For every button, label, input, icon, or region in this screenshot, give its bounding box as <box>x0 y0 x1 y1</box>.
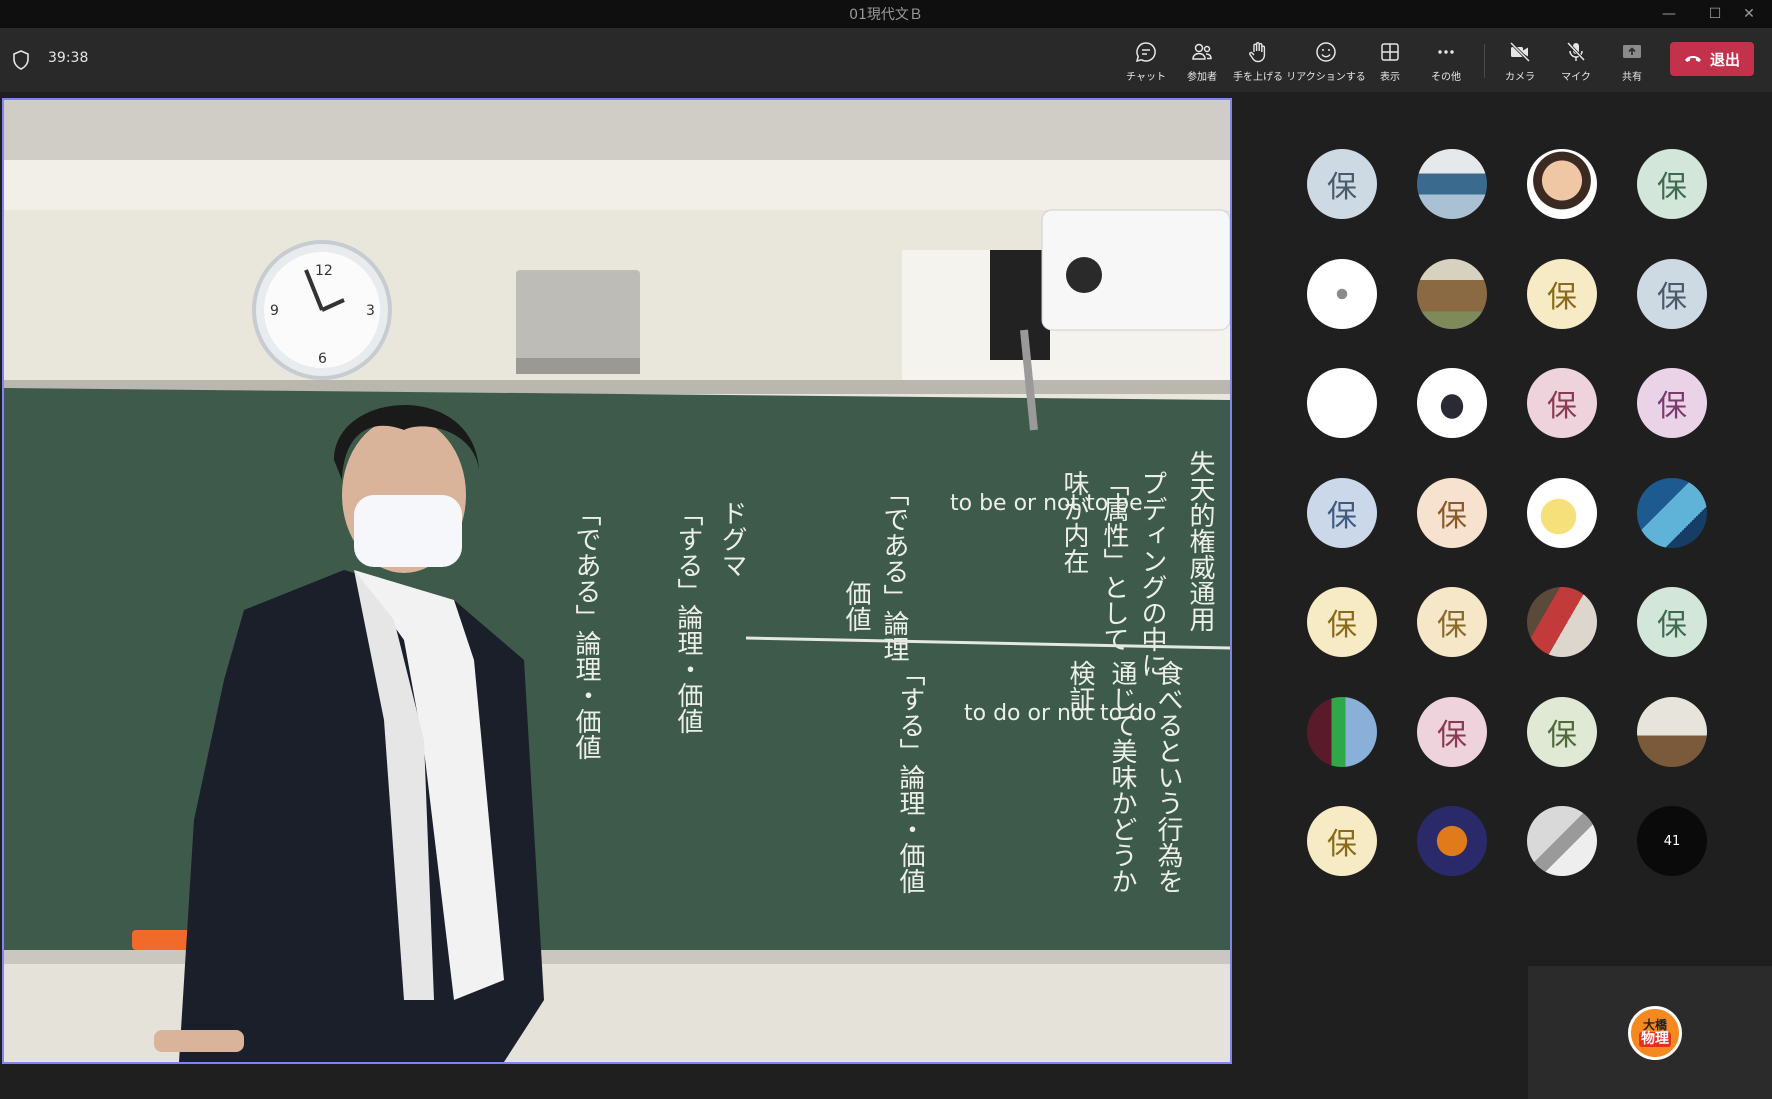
self-badge-line2: 物理 <box>1639 1030 1671 1047</box>
camera-label: カメラ <box>1505 72 1535 83</box>
figures-photo-avatar[interactable] <box>1527 587 1597 657</box>
video-stage: 12 3 6 9 「である」論理・価値 「する」論理・価値 ドグマ 「である」論… <box>0 92 1238 1068</box>
chalk-col3: ドグマ <box>717 500 747 578</box>
raise-hand-icon <box>1249 42 1266 63</box>
view-label: 表示 <box>1380 72 1400 83</box>
window-title: 01現代文Ｂ <box>849 7 923 23</box>
close-icon[interactable]: ✕ <box>1726 0 1772 28</box>
leave-label: 退出 <box>1709 50 1740 69</box>
minimize-icon[interactable]: — <box>1646 0 1692 28</box>
speaker-video[interactable]: 12 3 6 9 「である」論理・価値 「する」論理・価値 ドグマ 「である」論… <box>2 98 1232 1064</box>
anime-sketch-avatar[interactable] <box>1527 806 1597 876</box>
chat-button[interactable]: チャット <box>1118 36 1174 86</box>
meeting-timer: 39:38 <box>48 50 89 66</box>
chalk-col15: 食べるという行為を <box>1153 660 1183 894</box>
participant-avatar-initial[interactable]: 保 <box>1637 368 1707 438</box>
participant-avatar-initial[interactable]: 保 <box>1417 697 1487 767</box>
memoji-boy-avatar[interactable] <box>1527 149 1597 219</box>
chalkboard <box>4 388 1230 960</box>
ship-photo-avatar[interactable] <box>1417 149 1487 219</box>
chalk-col7: 味が内在 <box>1059 470 1089 574</box>
reaction-button[interactable]: リアクションする <box>1286 36 1366 86</box>
drinks-photo-avatar[interactable] <box>1307 697 1377 767</box>
mic-off-icon <box>1566 41 1586 62</box>
participant-avatar-initial[interactable]: 保 <box>1307 478 1377 548</box>
meeting-toolbar: 39:38 チャット 参加者 手を上げる リアクションする 表示 その他 カメラ… <box>0 28 1772 92</box>
bottom-bar <box>0 1068 1528 1099</box>
svg-text:12: 12 <box>315 263 333 279</box>
bird-photo-avatar[interactable] <box>1637 697 1707 767</box>
sketch-animal-avatar[interactable] <box>1307 259 1377 329</box>
chalk-col1: 「である」論理・価値 <box>571 500 601 760</box>
window-title-bar: 01現代文Ｂ — ☐ ✕ <box>0 0 1772 28</box>
people-icon <box>1192 43 1212 60</box>
mic-label: マイク <box>1561 72 1591 83</box>
chalk-col6: to be or not to be <box>950 491 1143 516</box>
participant-avatar-initial[interactable]: 保 <box>1307 587 1377 657</box>
chat-label: チャット <box>1126 72 1166 83</box>
shield-icon <box>13 50 29 70</box>
share-icon <box>1623 45 1641 58</box>
participants-label: 参加者 <box>1187 72 1217 83</box>
camera-button[interactable]: カメラ <box>1492 36 1548 86</box>
chalk-col14: 通じて美味かどうか <box>1107 660 1137 894</box>
more-icon <box>1438 50 1454 54</box>
more-label: その他 <box>1431 72 1461 83</box>
toolbar-divider <box>1484 44 1485 78</box>
participant-avatar-initial[interactable]: 保 <box>1637 587 1707 657</box>
wave-art-avatar[interactable] <box>1637 478 1707 548</box>
classroom-video-frame: 12 3 6 9 「である」論理・価値 「する」論理・価値 ドグマ 「である」論… <box>4 100 1230 1062</box>
ceiling <box>4 100 1230 160</box>
svg-text:6: 6 <box>318 351 327 367</box>
chalk-col11: 「する」論理・価値 <box>895 660 925 894</box>
self-avatar-badge: 大橋 物理 <box>1628 1006 1682 1060</box>
participant-gallery: 保保保保保保保保保保保保保保 41 <box>1238 92 1772 1099</box>
view-button[interactable]: 表示 <box>1362 36 1418 86</box>
participant-avatar-initial[interactable]: 保 <box>1527 697 1597 767</box>
camera-off-icon <box>1509 41 1531 63</box>
chalk-col2: 「する」論理・価値 <box>673 500 703 734</box>
share-label: 共有 <box>1622 72 1642 83</box>
participant-avatar-initial[interactable]: 保 <box>1307 149 1377 219</box>
self-view[interactable]: 大橋 物理 <box>1528 966 1772 1099</box>
raise-hand-button[interactable]: 手を上げる <box>1230 36 1286 86</box>
chalk-col12: to do or not to do <box>964 701 1157 726</box>
svg-text:9: 9 <box>270 303 279 319</box>
participant-avatar-initial[interactable]: 保 <box>1527 259 1597 329</box>
more-button[interactable]: その他 <box>1418 36 1474 86</box>
participant-avatar-initial[interactable]: 保 <box>1637 149 1707 219</box>
participant-avatar-initial[interactable]: 保 <box>1417 478 1487 548</box>
pagoda-photo-avatar[interactable] <box>1417 259 1487 329</box>
participant-avatar-initial[interactable]: 保 <box>1527 368 1597 438</box>
view-icon <box>1381 43 1399 61</box>
more-participants-count[interactable]: 41 <box>1637 806 1707 876</box>
chalk-col5: 価値 <box>841 580 871 632</box>
chalk-col10: 失天的権威通用 <box>1185 450 1215 632</box>
mic-button[interactable]: マイク <box>1548 36 1604 86</box>
anime-girl-avatar[interactable] <box>1417 368 1487 438</box>
raise-hand-label: 手を上げる <box>1233 72 1283 83</box>
cartoon-bean-avatar[interactable] <box>1527 478 1597 548</box>
reaction-icon <box>1316 42 1336 62</box>
chalk-col4: 「である」論理 <box>879 480 909 662</box>
participants-button[interactable]: 参加者 <box>1174 36 1230 86</box>
blank-white-avatar[interactable] <box>1307 368 1377 438</box>
participant-avatar-initial[interactable]: 保 <box>1637 259 1707 329</box>
share-button[interactable]: 共有 <box>1604 36 1660 86</box>
wall-clock: 12 3 6 9 <box>252 240 392 380</box>
reaction-label: リアクションする <box>1286 72 1366 83</box>
svg-text:3: 3 <box>366 303 375 319</box>
participant-avatar-initial[interactable]: 保 <box>1307 806 1377 876</box>
participant-avatar-initial[interactable]: 保 <box>1417 587 1487 657</box>
fire-art-avatar[interactable] <box>1417 806 1487 876</box>
hang-up-icon <box>1684 56 1701 62</box>
chat-icon <box>1135 42 1156 63</box>
leave-button[interactable]: 退出 <box>1670 42 1754 76</box>
